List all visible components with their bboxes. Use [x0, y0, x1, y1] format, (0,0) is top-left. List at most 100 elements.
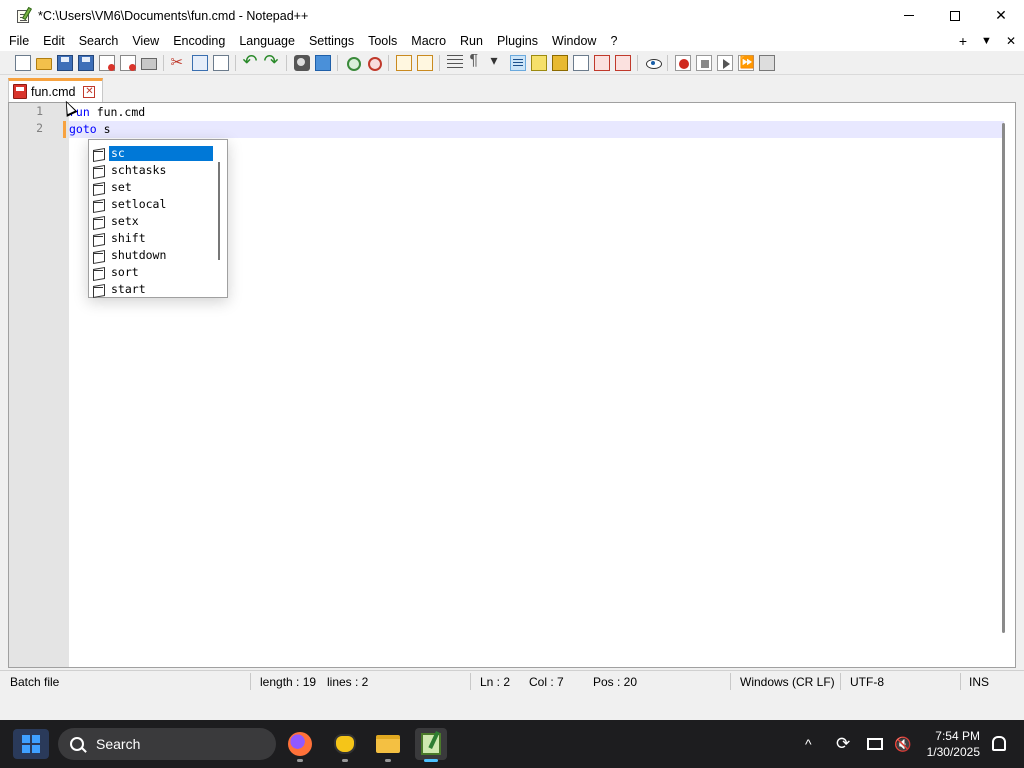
tray-overflow[interactable]: ^	[805, 720, 812, 768]
taskbar-notepadpp[interactable]	[415, 728, 447, 762]
tray-volume[interactable]: 🔇	[894, 720, 911, 768]
tab-bar: fun.cmd ✕	[0, 76, 1024, 102]
menu-help[interactable]: ?	[603, 31, 624, 51]
sync-horizontal-icon[interactable]	[416, 54, 433, 71]
fold-margin	[69, 103, 70, 667]
paste-icon[interactable]	[212, 54, 229, 71]
autocomplete-item-schtasks[interactable]: schtasks	[89, 162, 214, 179]
menu-search[interactable]: Search	[72, 31, 126, 51]
open-file-icon[interactable]	[35, 58, 52, 70]
menu-settings[interactable]: Settings	[302, 31, 361, 51]
current-line-highlight	[69, 121, 1004, 138]
replace-icon[interactable]	[314, 54, 331, 71]
indent-guide-icon[interactable]	[509, 54, 526, 71]
menu-macro[interactable]: Macro	[404, 31, 453, 51]
menu-file[interactable]: File	[0, 31, 36, 51]
code-line-2[interactable]: goto s	[69, 121, 111, 138]
document-map-icon[interactable]	[551, 54, 568, 71]
save-macro-icon[interactable]	[758, 54, 775, 71]
stop-recording-icon[interactable]	[695, 54, 712, 71]
maximize-button[interactable]	[932, 0, 978, 31]
autocomplete-item-sort[interactable]: sort	[89, 264, 214, 281]
toolbar-separator	[286, 54, 287, 71]
tab-list-dropdown-icon[interactable]: ▼	[981, 35, 992, 47]
close-all-icon[interactable]	[119, 54, 136, 71]
tray-sync[interactable]: ⟳	[836, 720, 850, 768]
folder-as-workspace-icon[interactable]	[614, 54, 631, 71]
autocomplete-item-shift[interactable]: shift	[89, 230, 214, 247]
taskbar-file-explorer[interactable]	[372, 728, 404, 762]
show-symbols-dropdown-icon[interactable]	[489, 52, 505, 71]
menu-view[interactable]: View	[125, 31, 166, 51]
close-button[interactable]: ✕	[978, 0, 1024, 31]
menu-right-controls: + ▼ ✕	[959, 31, 1016, 51]
save-all-icon[interactable]	[77, 54, 94, 71]
menu-tools[interactable]: Tools	[361, 31, 404, 51]
code-line-1[interactable]: run fun.cmd	[69, 104, 145, 121]
chevron-up-icon: ^	[805, 736, 812, 752]
menu-run[interactable]: Run	[453, 31, 490, 51]
vertical-scrollbar[interactable]	[1002, 123, 1005, 633]
redo-icon[interactable]	[264, 51, 280, 72]
unsaved-file-icon	[13, 84, 27, 99]
start-button[interactable]	[13, 729, 49, 759]
autocomplete-item-shutdown[interactable]: shutdown	[89, 247, 214, 264]
new-file-icon[interactable]	[14, 54, 31, 71]
close-file-icon[interactable]	[98, 54, 115, 71]
autocomplete-item-label: shift	[111, 231, 146, 245]
windows-logo-icon	[22, 735, 40, 753]
autocomplete-list[interactable]: sc schtasks set setlocal setx shift shut…	[88, 139, 228, 298]
show-all-characters-icon[interactable]	[468, 52, 484, 71]
function-list-icon[interactable]	[593, 54, 610, 71]
autocomplete-item-set[interactable]: set	[89, 179, 214, 196]
autocomplete-item-sc[interactable]: sc	[89, 145, 214, 162]
tray-network[interactable]	[867, 720, 883, 768]
new-tab-plus-icon[interactable]: +	[959, 33, 967, 49]
autocomplete-item-setlocal[interactable]: setlocal	[89, 196, 214, 213]
document-list-icon[interactable]	[572, 54, 589, 71]
copy-icon[interactable]	[191, 54, 208, 71]
menu-plugins[interactable]: Plugins	[490, 31, 545, 51]
taskbar-search[interactable]: Search	[58, 728, 276, 760]
autocomplete-item-setx[interactable]: setx	[89, 213, 214, 230]
code-text: s	[96, 122, 111, 136]
undo-icon[interactable]	[243, 51, 259, 72]
status-language: Batch file	[10, 675, 60, 689]
save-icon[interactable]	[56, 54, 73, 71]
playback-macro-icon[interactable]	[716, 54, 733, 71]
change-history-marker	[63, 121, 66, 138]
autocomplete-scrollbar[interactable]	[218, 162, 220, 260]
menu-bar: File Edit Search View Encoding Language …	[0, 31, 1024, 51]
tab-fun-cmd[interactable]: fun.cmd ✕	[8, 78, 103, 102]
autocomplete-item-label: sort	[111, 265, 139, 279]
taskbar-firefox[interactable]	[284, 728, 316, 762]
menu-window[interactable]: Window	[545, 31, 603, 51]
tab-close-icon[interactable]: ✕	[83, 85, 96, 98]
find-icon[interactable]	[293, 54, 310, 71]
word-wrap-icon[interactable]	[446, 54, 463, 71]
menu-encoding[interactable]: Encoding	[166, 31, 232, 51]
zoom-in-icon[interactable]	[345, 55, 361, 71]
autocomplete-item-start[interactable]: start	[89, 281, 214, 298]
taskbar-bee-app[interactable]	[329, 728, 361, 762]
zoom-out-icon[interactable]	[366, 55, 382, 71]
taskbar-clock[interactable]: 7:54 PM 1/30/2025	[927, 728, 980, 760]
taskbar: Search ^ ⟳ 🔇 7:54 PM 1/30/2025	[0, 720, 1024, 768]
status-pos: Pos : 20	[593, 675, 638, 689]
menu-edit[interactable]: Edit	[36, 31, 72, 51]
cut-icon[interactable]	[171, 53, 187, 71]
close-document-icon[interactable]: ✕	[1006, 34, 1016, 48]
toolbar-separator	[337, 54, 338, 71]
minimize-button[interactable]	[886, 0, 932, 31]
menu-language[interactable]: Language	[232, 31, 302, 51]
notification-bell-icon[interactable]	[990, 735, 1006, 751]
run-macro-multiple-icon[interactable]	[737, 54, 754, 71]
monitoring-icon[interactable]	[645, 55, 662, 71]
title-bar[interactable]: *C:\Users\VM6\Documents\fun.cmd - Notepa…	[0, 0, 1024, 31]
sync-vertical-icon[interactable]	[395, 54, 412, 71]
toolbar-separator	[637, 54, 638, 71]
window-title: *C:\Users\VM6\Documents\fun.cmd - Notepa…	[38, 8, 309, 23]
record-macro-icon[interactable]	[674, 54, 691, 71]
print-icon[interactable]	[140, 58, 157, 70]
user-defined-language-icon[interactable]	[530, 54, 547, 71]
